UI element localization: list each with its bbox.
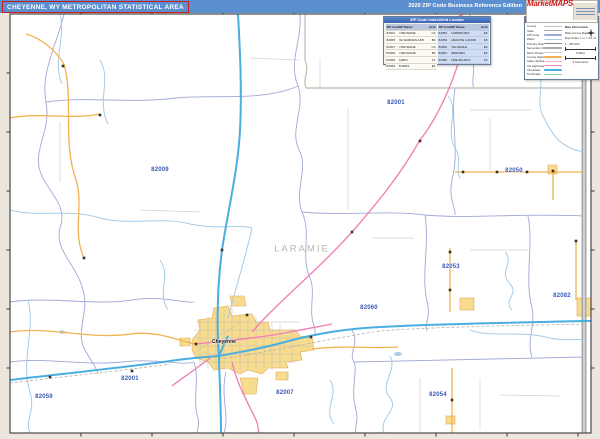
zip-label-82060: 82060	[360, 305, 378, 311]
index-row: 82050 ALBIN F1	[385, 56, 437, 64]
zip-index-header: ZIP CodeZIP NameGrid	[437, 24, 489, 31]
minor-roads-sample	[544, 51, 562, 54]
us-hwy-sample	[544, 65, 562, 67]
legend-row: Toll Roads	[527, 72, 562, 76]
legend-map-info: Map Information Miles Across Map: 52 Map…	[562, 24, 597, 77]
index-row: 82054 CARPENTER E5	[437, 30, 489, 38]
zip-index-panel: ZIP Code Index/Grid Locator ZIP CodeZIP …	[383, 16, 491, 71]
zip-label-82050: 82050	[505, 168, 523, 174]
county-hwy-sample	[544, 56, 562, 58]
legend-feature-list: County State ZIP Code Water Primary Road…	[527, 24, 562, 77]
index-row: 82007 CHEYENNE C4	[385, 43, 437, 51]
map-features-panel: Map Features County State ZIP Code Water…	[524, 16, 599, 80]
zip-index-header: ZIP CodeZIP NameGrid	[385, 24, 437, 31]
zip-label-82059: 82059	[35, 394, 53, 400]
index-row: 82001 CHEYENNE C4	[385, 30, 437, 38]
index-row: 82059 GRANITE CANON A5	[437, 37, 489, 44]
header-bar: CHEYENNE, WY METROPOLITAN STATISTICAL AR…	[0, 0, 600, 13]
index-row: 82060 HILLSDALE E3	[437, 43, 489, 51]
county-line-sample	[544, 25, 562, 27]
interstate-sample	[544, 69, 562, 71]
city-label-cheyenne: Cheyenne	[212, 339, 236, 345]
marketmaps-logo: MarketMAPS	[526, 0, 598, 23]
index-row: 82009 CHEYENNE B2	[385, 50, 437, 57]
zip-label-82082: 82082	[553, 293, 571, 299]
zip-label-82007: 82007	[276, 390, 294, 396]
index-row: 82081 MERIDEN E2	[437, 50, 489, 57]
page: { "header": { "title": "CHEYENNE, WY MET…	[0, 0, 600, 439]
zip-label-82054: 82054	[429, 392, 447, 398]
km-scale-bar: 5 Kilometers	[564, 56, 597, 64]
mile-scale-bar: 5 Miles	[564, 47, 597, 55]
zip-label-82001-ne: 82001	[387, 100, 405, 106]
mini-compass-icon	[586, 25, 596, 43]
map-canvas	[6, 10, 595, 437]
logo-brand: MarketMAPS	[527, 0, 573, 8]
zip-label-82053: 82053	[442, 264, 460, 270]
primary-roads-sample	[544, 43, 562, 45]
state-line-sample	[544, 29, 562, 32]
index-row: 82005 FE WARREN AFB B4	[385, 37, 437, 44]
toll-roads-sample	[544, 73, 562, 76]
zip-index-right-column: ZIP CodeZIP NameGrid 82054CARPENTERE5 82…	[437, 24, 489, 70]
index-row: 82053 BURNS E4	[385, 63, 437, 71]
zip-label-82001-sw: 82001	[121, 376, 139, 382]
secondary-roads-sample	[544, 47, 562, 49]
zip-label-82009: 82009	[151, 167, 169, 173]
title-box: CHEYENNE, WY METROPOLITAN STATISTICAL AR…	[2, 1, 189, 13]
index-row: 82082 PINE BLUFFS F4	[437, 56, 489, 64]
zip-line-sample	[544, 34, 562, 36]
page-title: CHEYENNE, WY METROPOLITAN STATISTICAL AR…	[7, 3, 184, 11]
logo-side-panel	[572, 3, 597, 20]
edition-label: 2020 ZIP Code Business Reference Edition	[408, 3, 522, 9]
zip-index-left-column: ZIP CodeZIP NameGrid 82001CHEYENNEC4 820…	[385, 24, 437, 71]
state-hwy-sample	[544, 60, 562, 63]
water-line-sample	[544, 38, 562, 41]
county-label-laramie: LARAMIE	[274, 243, 330, 255]
